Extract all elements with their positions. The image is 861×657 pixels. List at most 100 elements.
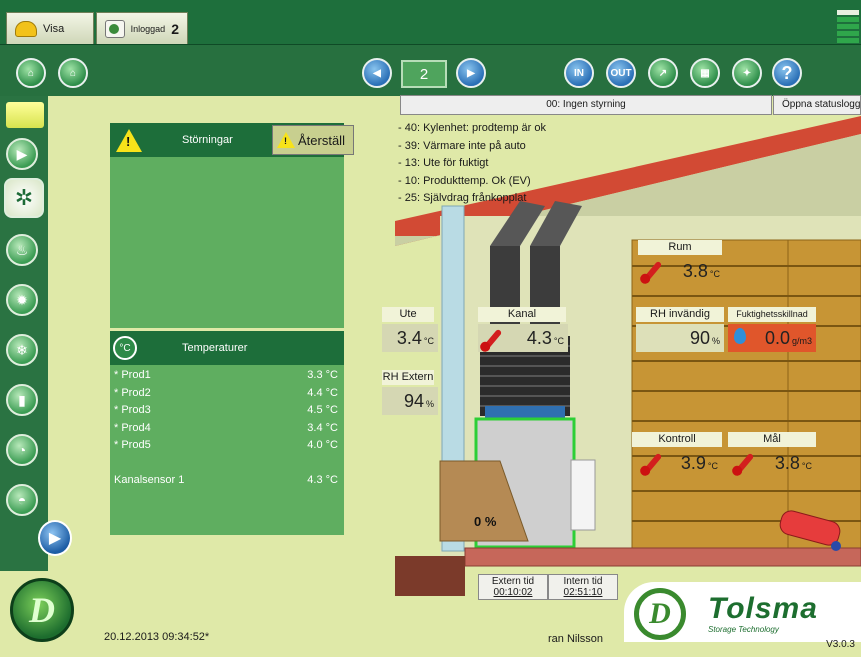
- damper-value: 0 %: [474, 514, 497, 529]
- kontroll-label: Kontroll: [632, 432, 722, 447]
- vent-grille: [570, 459, 596, 531]
- reset-button[interactable]: ! Återställ: [272, 125, 354, 155]
- nav-helmet-button[interactable]: ◓: [6, 484, 38, 516]
- logged-in-user: ran Nilsson: [548, 633, 604, 645]
- table-icon: ▦: [700, 67, 710, 79]
- table-button[interactable]: ▦: [690, 58, 720, 88]
- nav-heater-button[interactable]: ♨: [6, 234, 38, 266]
- nav-fan-button[interactable]: ✲: [4, 178, 44, 218]
- temperature-panel: °C Temperaturer * Prod1 3.3 °C * Prod2 4.4…: [110, 331, 344, 535]
- rum-value: 3.8: [682, 261, 708, 281]
- tab-inloggad[interactable]: Inloggad 2: [96, 12, 188, 44]
- fukt-value: 0.0: [764, 328, 790, 348]
- alarm-panel-title: Störningar: [182, 134, 233, 146]
- mal-unit: °C: [801, 461, 812, 471]
- rh-invandig-value-box: 90 %: [636, 324, 724, 352]
- app-logo-icon: D: [10, 578, 74, 642]
- prev-page-button[interactable]: ◀: [362, 58, 392, 88]
- arrow-right-icon: ▶: [467, 67, 475, 79]
- ute-label: Ute: [382, 307, 434, 322]
- kontroll-value: 3.9: [680, 453, 706, 473]
- tab-visa[interactable]: Visa: [6, 12, 94, 44]
- graph-button[interactable]: ↗: [648, 58, 678, 88]
- page-number: 2: [401, 60, 447, 88]
- status-mode: 00: Ingen styrning: [400, 95, 772, 115]
- home-icon: ⌂: [27, 67, 35, 79]
- temperature-list: * Prod1 3.3 °C * Prod2 4.4 °C * Prod3 4.5 °…: [110, 365, 344, 490]
- kanal-value: 4.3: [526, 328, 552, 348]
- brand-logo-icon: D: [634, 588, 686, 640]
- top-tab-strip: Visa Inloggad 2: [0, 0, 861, 44]
- help-button[interactable]: ?: [772, 58, 802, 88]
- rh-extern-unit: %: [425, 399, 434, 409]
- kontroll-unit: °C: [707, 461, 718, 471]
- fan-icon: ✲: [14, 185, 34, 210]
- arrow-right-icon: ▶: [48, 530, 62, 547]
- warning-icon: !: [116, 128, 142, 152]
- warning-icon: !: [277, 132, 295, 148]
- water-drop-icon: [734, 328, 746, 344]
- tab-visa-label: Visa: [43, 22, 65, 35]
- rum-label: Rum: [638, 240, 722, 255]
- temperature-row: * Prod3 4.5 °C: [114, 404, 338, 416]
- rh-extern-label: RH Extern: [382, 370, 434, 385]
- nav-cooling-button[interactable]: ❄: [6, 334, 38, 366]
- nav-gauge-button[interactable]: ◔: [6, 434, 38, 466]
- version: V3.0.3: [826, 639, 855, 650]
- level-indicator-icon: [837, 10, 859, 45]
- log-entry: - 10: Produkttemp. Ok (EV): [398, 174, 531, 187]
- rh-invandig-unit: %: [711, 336, 720, 346]
- nav-next-button[interactable]: ▶: [38, 520, 72, 556]
- log-entry: - 13: Ute för fuktigt: [398, 157, 489, 169]
- pallet-stack: [631, 239, 861, 553]
- helmet-icon: ◓: [17, 492, 27, 508]
- temperature-row: * Prod5 4.0 °C: [114, 439, 338, 451]
- open-status-log-button[interactable]: Öppna statuslogg: [773, 95, 861, 115]
- nav-forward-button[interactable]: ▶: [6, 138, 38, 170]
- status-log-list: - 40: Kylenhet: prodtemp är ok - 39: Vär…: [398, 120, 598, 208]
- tab-inloggad-count: 2: [171, 20, 179, 37]
- mal-value: 3.8: [774, 453, 800, 473]
- next-page-button[interactable]: ▶: [456, 58, 486, 88]
- temperature-row: Kanalsensor 1 4.3 °C: [114, 474, 338, 486]
- celsius-icon: °C: [113, 336, 137, 360]
- help-icon: ?: [781, 62, 793, 83]
- temperature-row: [110, 455, 344, 473]
- tab-inloggad-label: Inloggad: [130, 23, 166, 34]
- nav-fire-button[interactable]: ✹: [6, 284, 38, 316]
- fukt-label: Fuktighetsskillnad: [728, 307, 816, 322]
- temperature-panel-title: Temperaturer: [182, 342, 248, 354]
- ute-value: 3.4: [396, 328, 422, 348]
- in-button[interactable]: IN: [564, 58, 594, 88]
- arrow-left-icon: ◀: [373, 67, 381, 79]
- heater-icon: ♨: [15, 241, 29, 258]
- rh-invandig-label: RH invändig: [636, 307, 724, 322]
- log-entry: - 25: Självdrag frånkopplat: [398, 192, 527, 204]
- log-entry: - 40: Kylenhet: prodtemp är ok: [398, 122, 546, 134]
- temperature-row: * Prod1 3.3 °C: [114, 369, 338, 381]
- home-button[interactable]: ⌂: [16, 58, 46, 88]
- reset-button-label: Återställ: [298, 132, 345, 148]
- snowflake-icon: ❄: [16, 341, 28, 358]
- toolbar: ⌂ ⌂ ◀ 2 ▶ IN OUT ↗ ▦ ✦ ?: [0, 44, 861, 96]
- nav-highlight: [6, 102, 44, 128]
- login-icon: [105, 19, 125, 38]
- settings-button[interactable]: ✦: [732, 58, 762, 88]
- kanal-label: Kanal: [478, 307, 566, 322]
- temperature-row: * Prod4 3.4 °C: [114, 421, 338, 434]
- kanal-unit: °C: [553, 336, 564, 346]
- fukt-unit: g/m3: [791, 336, 812, 346]
- nav-thermometer-button[interactable]: ▮: [6, 384, 38, 416]
- temperature-row: * Prod2 4.4 °C: [114, 386, 338, 399]
- floor: [464, 547, 861, 567]
- ute-value-box: 3.4 °C: [382, 324, 438, 352]
- rh-invandig-value: 90: [689, 328, 710, 348]
- out-label: OUT: [610, 67, 632, 79]
- brand-tagline: Storage Technology: [708, 625, 779, 634]
- rh-extern-value: 94: [403, 391, 424, 411]
- out-button[interactable]: OUT: [606, 58, 636, 88]
- arrow-right-icon: ▶: [16, 145, 28, 162]
- home-alt-button[interactable]: ⌂: [58, 58, 88, 88]
- gauge-icon: ◔: [17, 442, 27, 458]
- settings-icon: ✦: [742, 67, 752, 79]
